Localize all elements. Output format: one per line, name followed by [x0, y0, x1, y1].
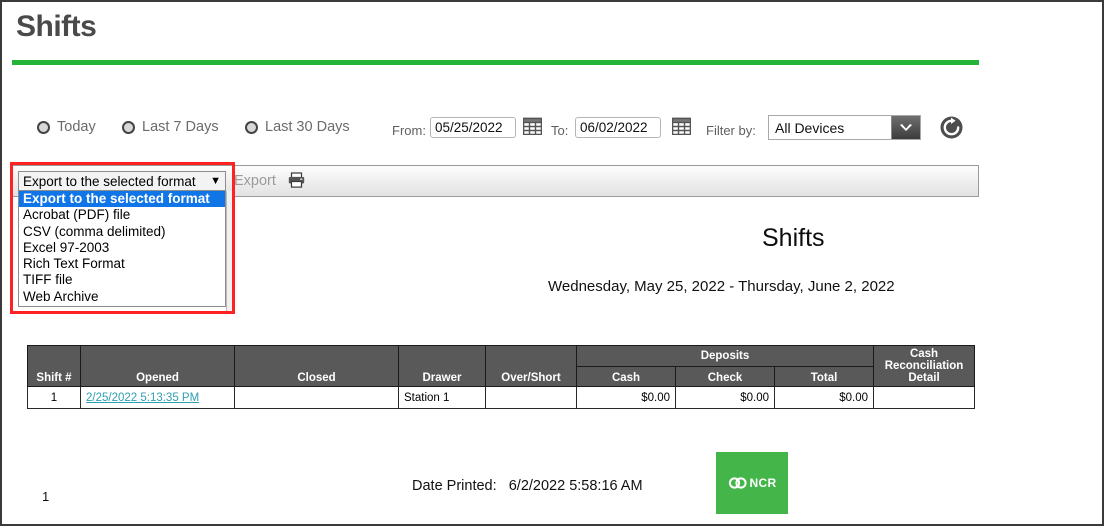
page-title: Shifts: [16, 10, 97, 43]
col-over-short: Over/Short: [485, 345, 577, 387]
col-opened: Opened: [80, 345, 235, 387]
table-row: 1 2/25/2022 5:13:35 PM Station 1 $0.00 $…: [27, 386, 975, 409]
printer-icon[interactable]: [288, 172, 305, 188]
chevron-down-icon[interactable]: [891, 116, 920, 139]
radio-last-7-days-dot[interactable]: [122, 120, 135, 134]
to-date-input[interactable]: [575, 117, 661, 138]
report-title: Shifts: [762, 224, 825, 252]
chevron-down-icon[interactable]: ▼: [210, 175, 225, 187]
from-date-input[interactable]: [430, 117, 516, 138]
from-label: From:: [392, 123, 426, 138]
device-filter-select[interactable]: All Devices: [768, 115, 921, 140]
export-format-option[interactable]: CSV (comma delimited): [19, 224, 225, 240]
radio-last-7-days-label: Last 7 Days: [142, 119, 219, 135]
cell-check: $0.00: [675, 386, 775, 409]
cell-shift-number: 1: [27, 386, 81, 409]
device-filter-value: All Devices: [775, 119, 845, 136]
export-format-option[interactable]: TIFF file: [19, 272, 225, 288]
col-cash: Cash: [576, 365, 676, 387]
radio-today-label: Today: [57, 119, 96, 135]
dropdown-scrollbar[interactable]: [226, 191, 234, 312]
export-format-select[interactable]: Export to the selected format ▼: [18, 171, 226, 191]
export-format-option[interactable]: Acrobat (PDF) file: [19, 207, 225, 223]
cell-closed: [234, 386, 399, 409]
col-drawer: Drawer: [398, 345, 486, 387]
col-group-deposits: Deposits: [576, 345, 874, 367]
shifts-report-window: Shifts Today Last 7 Days Last 30 Days Fr…: [0, 0, 1104, 526]
date-printed-value: 6/2/2022 5:58:16 AM: [508, 478, 643, 494]
table-header-group-row: Shift # Opened Closed Drawer Over/Short …: [27, 345, 975, 387]
cell-cash: $0.00: [576, 386, 676, 409]
radio-last-7-days[interactable]: Last 7 Days: [122, 119, 219, 135]
filter-bar: Today Last 7 Days Last 30 Days From: To:: [2, 112, 1002, 148]
col-shift-number: Shift #: [27, 345, 81, 387]
shifts-table: Shift # Opened Closed Drawer Over/Short …: [27, 345, 975, 409]
refresh-icon[interactable]: [939, 115, 964, 140]
radio-today[interactable]: Today: [37, 119, 96, 135]
accent-divider: [12, 60, 979, 65]
to-label: To:: [551, 123, 569, 138]
col-cash-reconciliation-detail: Cash Reconciliation Detail: [873, 345, 975, 387]
export-format-options-list[interactable]: Export to the selected format Acrobat (P…: [18, 191, 226, 308]
filter-by-label: Filter by:: [706, 123, 756, 138]
export-format-option[interactable]: Rich Text Format: [19, 256, 225, 272]
export-format-option[interactable]: Web Archive: [19, 289, 225, 305]
cell-opened[interactable]: 2/25/2022 5:13:35 PM: [80, 386, 235, 409]
export-button[interactable]: Export: [234, 173, 276, 189]
col-total: Total: [774, 365, 874, 387]
cell-cash-reconciliation-detail: [873, 386, 975, 409]
col-check: Check: [675, 365, 775, 387]
ncr-logo-text: NCR: [749, 476, 777, 490]
radio-today-dot[interactable]: [37, 120, 50, 134]
to-calendar-icon[interactable]: [672, 117, 691, 135]
radio-last-30-days[interactable]: Last 30 Days: [245, 119, 350, 135]
ncr-rings-icon: [728, 477, 747, 489]
radio-last-30-days-label: Last 30 Days: [265, 119, 350, 135]
opened-link[interactable]: 2/25/2022 5:13:35 PM: [86, 392, 199, 404]
export-format-selected-value: Export to the selected format: [23, 173, 196, 189]
export-format-option[interactable]: Excel 97-2003: [19, 240, 225, 256]
cell-over-short: [485, 386, 577, 409]
date-printed-label: Date Printed:: [412, 478, 497, 494]
date-printed: Date Printed: 6/2/2022 5:58:16 AM: [412, 478, 643, 494]
radio-last-30-days-dot[interactable]: [245, 120, 258, 134]
col-closed: Closed: [234, 345, 399, 387]
export-format-option[interactable]: Export to the selected format: [19, 191, 225, 208]
report-date-range: Wednesday, May 25, 2022 - Thursday, June…: [548, 278, 895, 295]
cell-drawer: Station 1: [398, 386, 486, 409]
from-calendar-icon[interactable]: [523, 117, 542, 135]
cell-total: $0.00: [774, 386, 874, 409]
page-number: 1: [42, 489, 50, 504]
ncr-logo: NCR: [716, 452, 788, 514]
